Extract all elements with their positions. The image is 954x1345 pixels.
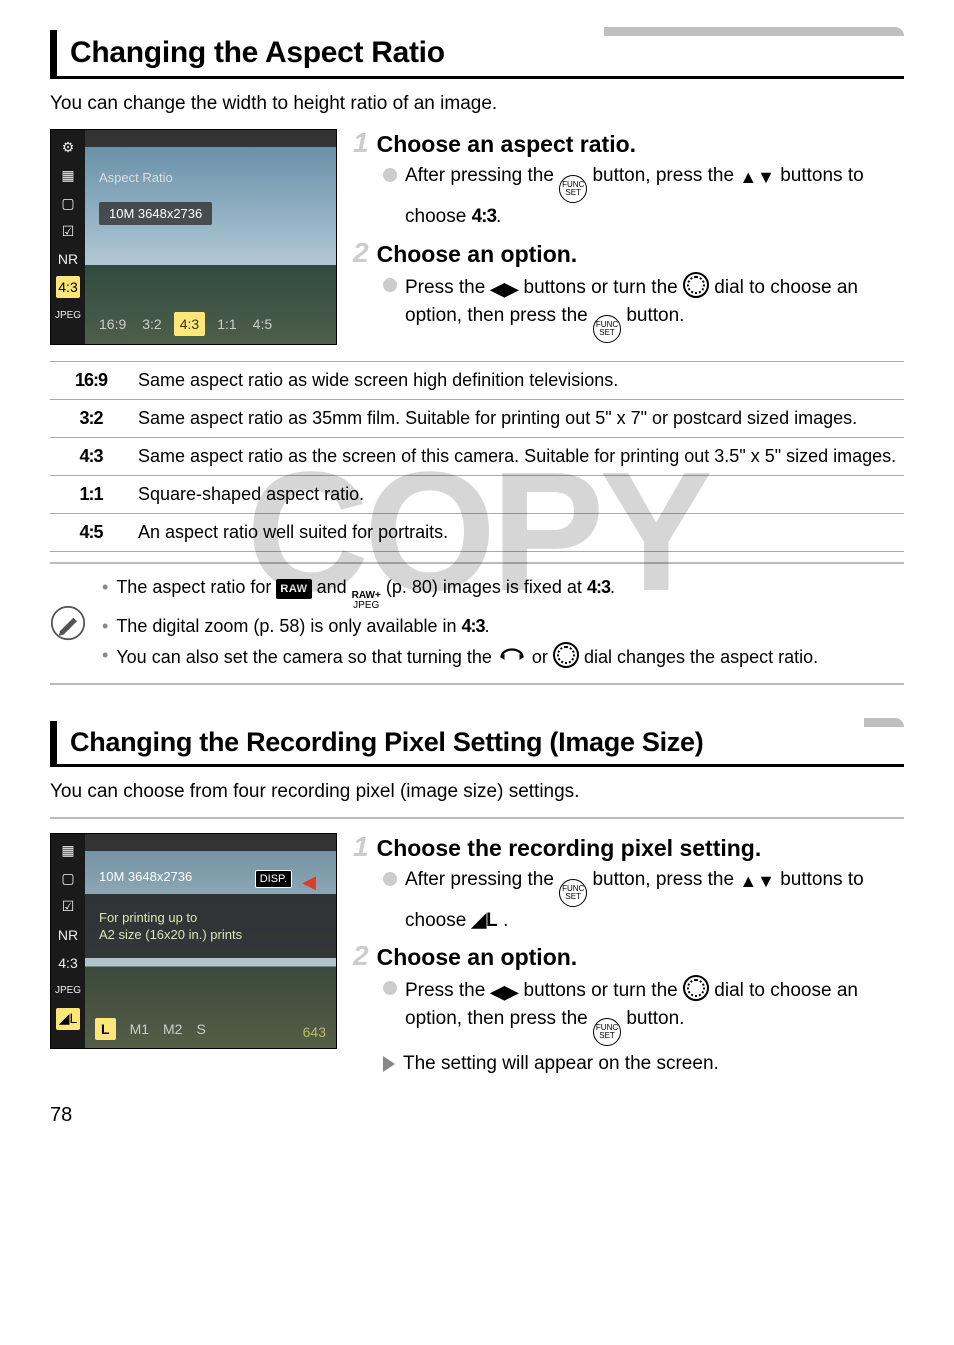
step1-text: After pressing the FUNCSET button, press… <box>405 162 904 231</box>
bullet-icon <box>383 278 397 292</box>
left-right-icon: ◀▶ <box>491 982 519 1002</box>
sidebar-icon2: ▢ <box>56 192 80 214</box>
section1-heading-bar: Changing the Aspect Ratio <box>50 30 904 79</box>
s2-icon3: NR <box>56 924 80 946</box>
page-number: 78 <box>50 1104 904 1127</box>
table-row: 4:3Same aspect ratio as the screen of th… <box>50 437 904 475</box>
section2-instructions: 1 Choose the recording pixel setting. Af… <box>353 833 904 1086</box>
dial-icon <box>683 272 709 298</box>
screenshot-sidebar: ⚙ ▦ ▢ ☑ NR 4:3 JPEG <box>51 130 85 344</box>
s2-opt-M1: M1 <box>130 1021 149 1037</box>
screenshot-options: 16:9 3:2 4:3 1:1 4:5 <box>95 312 276 336</box>
section2-title: Changing the Recording Pixel Setting (Im… <box>70 727 703 757</box>
section2-heading-bar: Changing the Recording Pixel Setting (Im… <box>50 721 904 767</box>
recording-pixel-screenshot: ▦ ▢ ☑ NR 4:3 JPEG ◢L 10M 3648x2736 DISP.… <box>50 833 337 1049</box>
up-down-icon: ▲▼ <box>739 167 775 187</box>
s2-icon5: JPEG <box>56 980 80 1002</box>
opt-45: 4:5 <box>249 312 276 336</box>
disp-button: DISP. <box>255 870 292 888</box>
screenshot2-sidebar: ▦ ▢ ☑ NR 4:3 JPEG ◢L <box>51 834 85 1048</box>
dial-icon <box>683 975 709 1001</box>
screenshot2-desc: For printing up to A2 size (16x20 in.) p… <box>99 910 242 944</box>
dial-icon <box>553 642 579 668</box>
s2-icon6: ◢L <box>56 1008 80 1030</box>
s2-icon1: ▢ <box>56 868 80 890</box>
s2-icon2: ☑ <box>56 896 80 918</box>
ring-icon <box>497 647 527 667</box>
sidebar-icon3: ☑ <box>56 220 80 242</box>
up-down-icon: ▲▼ <box>739 871 775 891</box>
pencil-note-icon <box>50 605 86 641</box>
screenshot-menu-title: Aspect Ratio <box>99 170 173 185</box>
s2-step1-text: After pressing the FUNCSET button, press… <box>405 866 904 935</box>
step2-title: Choose an option. <box>377 241 578 268</box>
quality-icon: ◢L <box>472 910 498 931</box>
left-right-icon: ◀▶ <box>491 279 519 299</box>
bullet-icon <box>383 168 397 182</box>
table-row: 3:2Same aspect ratio as 35mm film. Suita… <box>50 399 904 437</box>
step2-text: Press the ◀▶ buttons or turn the dial to… <box>405 272 904 343</box>
red-arrow-icon: ◀ <box>302 872 316 893</box>
note2: • The digital zoom (p. 58) is only avail… <box>102 613 818 640</box>
screenshot2-count: 643 <box>303 1024 326 1040</box>
sidebar-icon5: 4:3 <box>56 276 80 298</box>
raw-jpeg-icon: RAW+JPEG <box>352 591 381 611</box>
step1-title: Choose an aspect ratio. <box>377 131 636 158</box>
table-row: 16:9Same aspect ratio as wide screen hig… <box>50 361 904 399</box>
sidebar-icon4: NR <box>56 248 80 270</box>
s2-step2-title: Choose an option. <box>377 944 578 971</box>
step1-number: 1 <box>353 129 369 157</box>
opt-169: 16:9 <box>95 312 130 336</box>
opt-43: 4:3 <box>174 312 205 336</box>
func-set-icon: FUNCSET <box>559 175 587 203</box>
heading-cap-decoration <box>604 27 904 36</box>
screenshot-resolution: 10M 3648x2736 <box>99 202 212 225</box>
sidebar-icon1: ▦ <box>56 164 80 186</box>
notes-block: • The aspect ratio for RAW and RAW+JPEG … <box>50 562 904 685</box>
sidebar-icon6: JPEG <box>56 304 80 326</box>
s2-step2-text: Press the ◀▶ buttons or turn the dial to… <box>405 975 904 1046</box>
step2-number: 2 <box>353 239 369 267</box>
aspect-ratio-screenshot: ⚙ ▦ ▢ ☑ NR 4:3 JPEG Aspect Ratio 10M 364… <box>50 129 337 345</box>
result-arrow-icon <box>383 1056 395 1072</box>
table-row: 4:5An aspect ratio well suited for portr… <box>50 513 904 551</box>
s2-icon0: ▦ <box>56 840 80 862</box>
s2-step2-number: 2 <box>353 942 369 970</box>
s2-result: The setting will appear on the screen. <box>403 1050 719 1078</box>
aspect-ratio-table: 16:9Same aspect ratio as wide screen hig… <box>50 361 904 552</box>
s2-step1-title: Choose the recording pixel setting. <box>377 835 762 862</box>
section1-intro: You can change the width to height ratio… <box>50 93 904 115</box>
bullet-icon <box>383 872 397 886</box>
section1-instructions: 1 Choose an aspect ratio. After pressing… <box>353 129 904 351</box>
sidebar-icon0: ⚙ <box>56 136 80 158</box>
func-set-icon: FUNCSET <box>593 315 621 343</box>
raw-icon: RAW <box>276 579 311 600</box>
s2-opt-L: L <box>95 1018 116 1040</box>
screenshot2-value: 10M 3648x2736 <box>99 869 192 884</box>
table-row: 1:1Square-shaped aspect ratio. <box>50 475 904 513</box>
ratio-43: 4:3 <box>472 206 496 227</box>
func-set-icon: FUNCSET <box>559 879 587 907</box>
s2-step1-number: 1 <box>353 833 369 861</box>
section1-title: Changing the Aspect Ratio <box>70 36 445 69</box>
note1: • The aspect ratio for RAW and RAW+JPEG … <box>102 574 818 611</box>
opt-32: 3:2 <box>138 312 165 336</box>
bullet-icon <box>383 981 397 995</box>
func-set-icon: FUNCSET <box>593 1018 621 1046</box>
s2-opt-S: S <box>196 1021 205 1037</box>
section2-intro: You can choose from four recording pixel… <box>50 781 904 819</box>
opt-11: 1:1 <box>213 312 240 336</box>
screenshot2-options: L M1 M2 S <box>95 1018 206 1040</box>
note3: • You can also set the camera so that tu… <box>102 642 818 671</box>
heading-cap-decoration <box>864 718 904 727</box>
s2-icon4: 4:3 <box>56 952 80 974</box>
s2-opt-M2: M2 <box>163 1021 182 1037</box>
